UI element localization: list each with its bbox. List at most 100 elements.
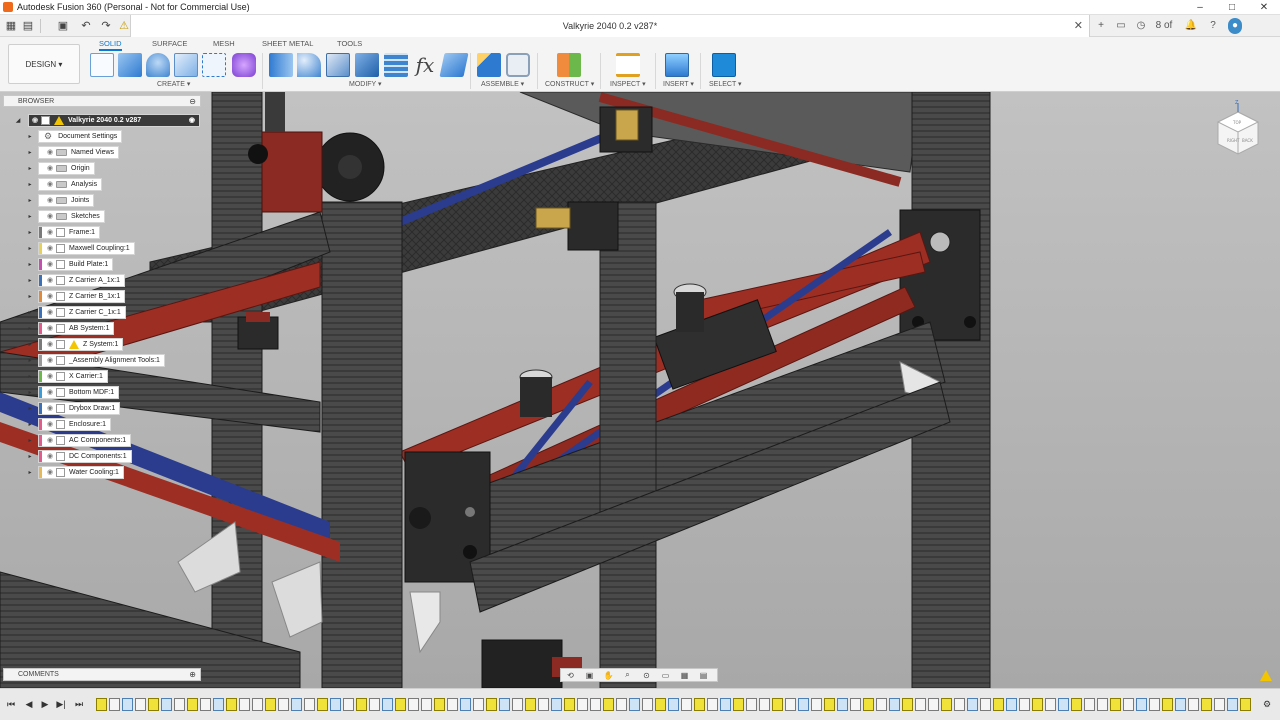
timeline-feature-icon[interactable] [473,698,484,711]
timeline-feature-icon[interactable] [564,698,575,711]
timeline-feature-icon[interactable] [733,698,744,711]
tab-mesh[interactable]: MESH [213,39,235,48]
timeline-feature-icon[interactable] [889,698,900,711]
timeline-feature-icon[interactable] [811,698,822,711]
shell-icon[interactable] [326,53,350,77]
browser-item[interactable]: ◉ Sketches [38,210,105,223]
timeline-feature-icon[interactable] [941,698,952,711]
timeline-feature-icon[interactable] [252,698,263,711]
timeline-feature-icon[interactable] [1149,698,1160,711]
timeline-feature-icon[interactable] [551,698,562,711]
timeline-feature-icon[interactable] [1123,698,1134,711]
browser-item[interactable]: ◉ Build Plate:1 [38,258,114,271]
visibility-eye-icon[interactable]: ◉ [44,259,56,270]
timeline-feature-icon[interactable] [1162,698,1173,711]
close-icon[interactable]: ✕ [1248,0,1280,15]
timeline-feature-icon[interactable] [226,698,237,711]
timeline-feature-icon[interactable] [876,698,887,711]
insert-image-icon[interactable] [665,53,689,77]
timeline-feature-icon[interactable] [395,698,406,711]
fillet-icon[interactable] [297,53,321,77]
browser-item[interactable]: ◉ DC Components:1 [38,450,132,463]
timeline-settings-icon[interactable]: ⚙ [1260,699,1274,710]
pan-icon[interactable]: ✋ [599,671,618,680]
timeline-feature-icon[interactable] [174,698,185,711]
timeline-feature-icon[interactable] [148,698,159,711]
visibility-eye-icon[interactable]: ◉ [44,179,56,190]
timeline-feature-icon[interactable] [993,698,1004,711]
assemble-menu[interactable]: ASSEMBLE ▾ [481,80,524,88]
extrude-icon[interactable] [118,53,142,77]
maximize-icon[interactable]: □ [1216,0,1248,15]
avatar[interactable]: ● [1228,18,1242,34]
timeline-feature-icon[interactable] [1084,698,1095,711]
expand-arrow-icon[interactable]: ▸ [26,357,34,364]
expand-arrow-icon[interactable]: ▸ [26,421,34,428]
browser-item[interactable]: ◉ Maxwell Coupling:1 [38,242,135,255]
timeline-feature-icon[interactable] [1227,698,1238,711]
timeline-feature-icon[interactable] [603,698,614,711]
browser-item[interactable]: ◉ X Carrier:1 [38,370,108,383]
timeline-feature-icon[interactable] [642,698,653,711]
timeline-feature-icon[interactable] [915,698,926,711]
timeline-feature-icon[interactable] [1097,698,1108,711]
timeline-feature-icon[interactable] [772,698,783,711]
timeline-feature-icon[interactable] [837,698,848,711]
pattern-icon[interactable] [202,53,226,77]
expand-arrow-icon[interactable]: ▸ [26,213,34,220]
create-form-icon[interactable] [232,53,256,77]
timeline-feature-icon[interactable] [629,698,640,711]
timeline-feature-icon[interactable] [746,698,757,711]
offset-plane-icon[interactable] [557,53,581,77]
revolve-icon[interactable] [146,53,170,77]
look-at-icon[interactable]: ▣ [580,671,599,680]
create-sketch-icon[interactable] [90,53,114,77]
viewports-icon[interactable]: ▤ [694,671,713,680]
expand-arrow-icon[interactable]: ▸ [26,437,34,444]
timeline-feature-icon[interactable] [1240,698,1251,711]
timeline-feature-icon[interactable] [954,698,965,711]
tab-tools[interactable]: TOOLS [337,39,362,48]
visibility-eye-icon[interactable]: ◉ [44,323,56,334]
timeline-play-icon[interactable]: ▶ [38,699,52,710]
browser-item[interactable]: ◉ Water Cooling:1 [38,466,124,479]
tab-surface[interactable]: SURFACE [152,39,187,48]
expand-arrow-icon[interactable]: ▸ [26,341,34,348]
comments-panel[interactable]: COMMENTS ⊕ [3,668,201,681]
browser-item[interactable]: ◉ Frame:1 [38,226,101,239]
minimize-icon[interactable]: – [1184,0,1216,15]
insert-menu[interactable]: INSERT ▾ [663,80,694,88]
expand-arrow-icon[interactable]: ▸ [26,229,34,236]
timeline-feature-icon[interactable] [200,698,211,711]
visibility-eye-icon[interactable]: ◉ [44,163,56,174]
grid-menu-icon[interactable]: ▦ [3,18,19,34]
timeline-feature-icon[interactable] [96,698,107,711]
parameters-icon[interactable]: fx [413,53,437,77]
tab-solid[interactable]: SOLID [99,39,122,51]
document-tab[interactable]: Valkyrie 2040 0.2 v287* ✕ [130,15,1090,37]
timeline-feature-icon[interactable] [1136,698,1147,711]
browser-item[interactable]: ◉ Bottom MDF:1 [38,386,120,399]
expand-arrow-icon[interactable]: ▸ [26,373,34,380]
timeline-feature-icon[interactable] [1019,698,1030,711]
grid-settings-icon[interactable]: ▦ [675,671,694,680]
align-icon[interactable] [439,53,469,77]
timeline-feature-icon[interactable] [798,698,809,711]
new-tab-icon[interactable]: + [1094,18,1108,34]
construct-menu[interactable]: CONSTRUCT ▾ [545,80,594,88]
browser-item[interactable]: ◉ AC Components:1 [38,434,132,447]
timeline-feature-icon[interactable] [616,698,627,711]
timeline-feature-icon[interactable] [109,698,120,711]
timeline-feature-icon[interactable] [759,698,770,711]
expand-arrow-icon[interactable]: ▸ [26,245,34,252]
visibility-eye-icon[interactable]: ◉ [44,371,56,382]
fit-icon[interactable]: ⊙ [637,671,656,680]
expand-arrow-icon[interactable]: ▸ [26,469,34,476]
browser-item[interactable]: ◉ Named Views [38,146,120,159]
view-cube[interactable]: RIGHT BACK TOP Z [1211,100,1265,160]
timeline-end-icon[interactable]: ⏭ [72,699,86,710]
timeline-feature-icon[interactable] [317,698,328,711]
browser-item[interactable]: ◉ Z Carrier A_1x:1 [38,274,125,287]
collapse-arrow-icon[interactable]: ◢ [14,117,22,124]
timeline-feature-icon[interactable] [1214,698,1225,711]
